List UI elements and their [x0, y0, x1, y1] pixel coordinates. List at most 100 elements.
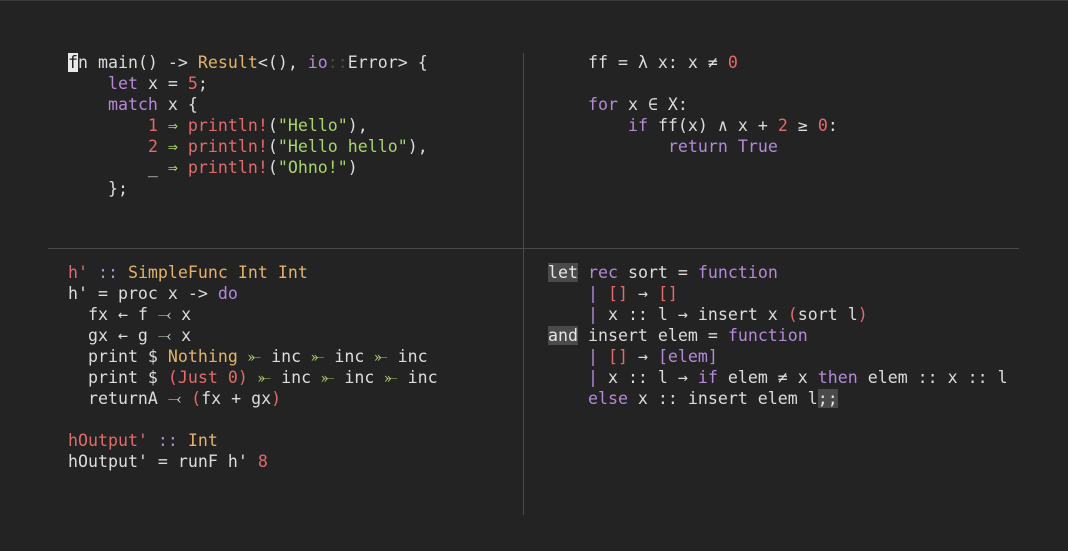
code-token: ⇒	[157, 137, 188, 156]
code-token: ff(x) ∧ x +	[647, 116, 778, 135]
code-pane-haskell[interactable]: h' :: SimpleFunc Int Int h' = proc x -> d…	[68, 262, 438, 472]
code-token: x ∈ X:	[617, 95, 688, 114]
code-token: println!	[187, 158, 268, 177]
code-token: ⇒	[157, 158, 188, 177]
code-token: []	[657, 284, 678, 303]
code-token: →	[627, 347, 658, 366]
code-token: "Hello hello"	[277, 137, 408, 156]
code-token: []	[607, 347, 628, 366]
code-line: print $ (Just 0) ⤜ inc ⤜ inc ⤜ inc	[68, 367, 438, 388]
code-line: 1 ⇒ println!("Hello"),	[68, 115, 428, 136]
code-token: h' = proc x ->	[68, 284, 218, 303]
code-line: };	[68, 178, 428, 199]
code-line: and insert elem = function	[548, 325, 1008, 346]
code-token: elem :: x :: l	[857, 368, 1008, 387]
code-token: True	[737, 137, 778, 156]
code-token: Int	[277, 263, 308, 282]
code-line: ff = λ x: x ≠ 0	[588, 52, 838, 73]
code-token: h'	[68, 263, 88, 282]
code-token: Nothing	[167, 347, 238, 366]
code-token: Result	[197, 53, 258, 72]
code-token: insert elem =	[577, 326, 728, 345]
code-token: ;	[197, 74, 208, 93]
code-token: →	[627, 284, 658, 303]
code-line: | x :: l → if elem ≠ x then elem :: x ::…	[548, 367, 1008, 388]
code-token: ::	[147, 431, 188, 450]
code-token: ::	[327, 53, 348, 72]
code-token: x :: l → insert x	[597, 305, 788, 324]
code-token: x :: insert elem l	[627, 389, 818, 408]
code-token: println!	[187, 116, 268, 135]
code-token: inc	[397, 347, 428, 366]
code-pane-ocaml[interactable]: let rec sort = function | [] → [] | x ::…	[548, 262, 1008, 409]
code-line: | [] → []	[548, 283, 1008, 304]
code-token: []	[607, 284, 628, 303]
code-line: gx ← g ⤙ x	[68, 325, 438, 346]
code-pane-python[interactable]: ff = λ x: x ≠ 0 for x ∈ X: if ff(x) ∧ x +…	[588, 52, 838, 157]
code-token: then	[817, 368, 858, 387]
code-token: ::	[87, 263, 128, 282]
code-token: 0	[817, 116, 828, 135]
code-token: returnA ⤙	[68, 389, 192, 408]
code-token: ;;	[817, 389, 838, 408]
code-token: <(),	[257, 53, 308, 72]
code-line: if ff(x) ∧ x + 2 ≥ 0:	[588, 115, 838, 136]
code-token: 0	[727, 53, 738, 72]
code-token: hOutput'	[68, 431, 148, 450]
code-token: x {	[157, 95, 198, 114]
code-token: inc	[407, 368, 438, 387]
code-pane-rust[interactable]: fn main() -> Result<(), io::Error> { let…	[68, 52, 428, 199]
code-line: match x {	[68, 94, 428, 115]
code-token: [elem]	[657, 347, 718, 366]
code-line: print $ Nothing ⤜ inc ⤜ inc ⤜ inc	[68, 346, 438, 367]
code-token: println!	[187, 137, 268, 156]
code-token: };	[68, 179, 128, 198]
code-line: | x :: l → insert x (sort l)	[548, 304, 1008, 325]
code-token: else	[587, 389, 628, 408]
code-token: Error> {	[347, 53, 428, 72]
code-token: |	[587, 284, 598, 303]
code-token: function	[727, 326, 808, 345]
code-token: inc	[344, 368, 375, 387]
code-token: ≥	[787, 116, 818, 135]
code-token: )	[271, 389, 282, 408]
code-token: SimpleFunc	[127, 263, 228, 282]
code-token: ⤜	[301, 347, 335, 366]
code-line: let rec sort = function	[548, 262, 1008, 283]
code-line: | [] → [elem]	[548, 346, 1008, 367]
text-cursor: f	[68, 53, 78, 72]
code-token: inc	[334, 347, 365, 366]
code-token: 2	[777, 116, 788, 135]
code-token: :	[827, 116, 838, 135]
code-token: fx + gx	[201, 389, 272, 408]
code-token: inc	[281, 368, 312, 387]
code-token: x :: l →	[597, 368, 698, 387]
code-line: let x = 5;	[68, 73, 428, 94]
code-token: for	[588, 95, 618, 114]
code-line: else x :: insert elem l;;	[548, 388, 1008, 409]
code-token: fx ← f ⤙ x	[68, 305, 192, 324]
code-token: ⤜	[311, 368, 345, 387]
code-token: if	[627, 116, 648, 135]
code-line: h' = proc x -> do	[68, 283, 438, 304]
code-line: hOutput' :: Int	[68, 430, 438, 451]
code-token: n main() ->	[78, 53, 198, 72]
horizontal-divider	[48, 248, 1019, 249]
code-token: |	[587, 347, 598, 366]
code-token: _	[68, 158, 158, 177]
code-token: |	[587, 368, 598, 387]
code-token: let	[107, 74, 138, 93]
code-token: )	[347, 158, 358, 177]
code-token: ⇒	[157, 116, 188, 135]
